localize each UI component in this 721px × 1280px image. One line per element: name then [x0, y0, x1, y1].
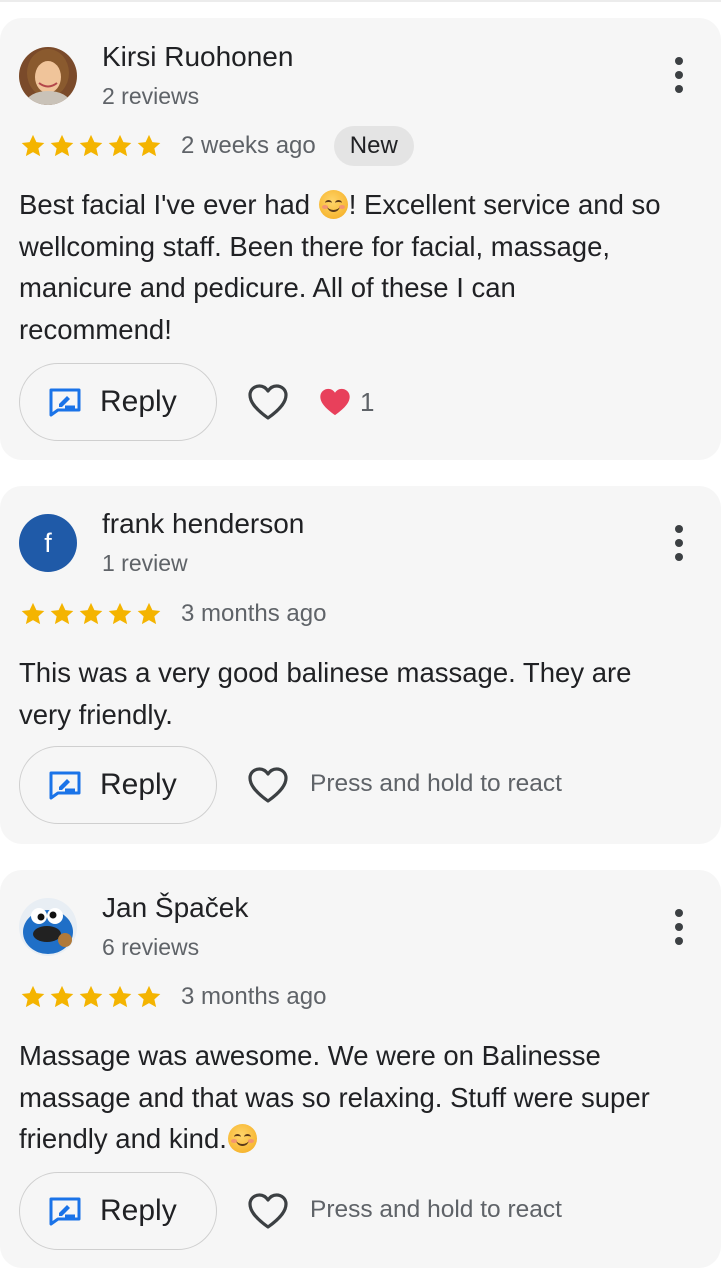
- star-rating: [19, 983, 163, 1011]
- avatar[interactable]: [19, 47, 77, 105]
- reply-icon: [49, 771, 81, 800]
- new-badge: New: [333, 126, 414, 166]
- more-options-button[interactable]: [664, 53, 694, 97]
- star-rating: [19, 600, 163, 628]
- review-time: 3 months ago: [181, 983, 327, 1010]
- reply-icon: [49, 1197, 81, 1226]
- reply-button[interactable]: Reply: [19, 363, 217, 441]
- review-time: 2 weeks ago: [181, 132, 316, 159]
- review-time: 3 months ago: [181, 600, 327, 627]
- heart-filled-icon: [320, 388, 350, 416]
- star-icon: [137, 602, 161, 625]
- review-text: This was a very good balinese massage. T…: [19, 657, 632, 730]
- reply-button[interactable]: Reply: [19, 746, 217, 824]
- review-count: 1 review: [102, 550, 188, 576]
- smiling-emoji-icon: [318, 190, 348, 219]
- more-vert-icon: [675, 525, 683, 533]
- rating-row: 2 weeks ago New: [19, 126, 414, 166]
- more-vert-icon: [675, 909, 683, 917]
- heart-outline-icon: [248, 1193, 288, 1229]
- react-hint: Press and hold to react: [310, 1196, 562, 1223]
- star-icon: [137, 134, 161, 157]
- avatar-initial: f: [44, 527, 52, 558]
- more-options-button[interactable]: [664, 905, 694, 949]
- rating-row: 3 months ago: [19, 597, 326, 631]
- reviewer-name[interactable]: Jan Špaček: [102, 892, 248, 924]
- star-icon: [79, 134, 103, 157]
- review-count: 2 reviews: [102, 83, 200, 109]
- star-icon: [21, 134, 45, 157]
- star-icon: [79, 985, 103, 1008]
- react-button[interactable]: [246, 1191, 290, 1231]
- smiling-emoji-icon: [227, 1124, 257, 1153]
- top-divider: [0, 0, 721, 2]
- reviewer-name[interactable]: frank henderson: [102, 508, 304, 540]
- reply-icon: [49, 388, 81, 417]
- rating-row: 3 months ago: [19, 980, 326, 1014]
- star-icon: [108, 985, 132, 1008]
- star-icon: [79, 602, 103, 625]
- reply-label: Reply: [100, 768, 177, 801]
- review-text: Best facial I've ever had ! Excellent se…: [19, 189, 661, 345]
- reviewer-name[interactable]: Kirsi Ruohonen: [102, 41, 293, 73]
- react-button[interactable]: [246, 382, 290, 422]
- star-icon: [108, 134, 132, 157]
- star-rating: [19, 132, 163, 160]
- star-icon: [50, 602, 74, 625]
- react-hint: Press and hold to react: [310, 770, 562, 797]
- reply-label: Reply: [100, 1194, 177, 1227]
- heart-outline-icon: [248, 384, 288, 420]
- more-options-button[interactable]: [664, 521, 694, 565]
- star-icon: [21, 985, 45, 1008]
- reaction-count: 1: [360, 386, 375, 417]
- star-icon: [137, 985, 161, 1008]
- reply-button[interactable]: Reply: [19, 1172, 217, 1250]
- avatar[interactable]: [19, 898, 77, 956]
- heart-outline-icon: [248, 767, 288, 803]
- react-button[interactable]: [246, 765, 290, 805]
- star-icon: [50, 985, 74, 1008]
- review-count: 6 reviews: [102, 934, 200, 960]
- more-vert-icon: [675, 57, 683, 65]
- star-icon: [21, 602, 45, 625]
- review-text: Massage was awesome. We were on Baliness…: [19, 1040, 650, 1154]
- avatar[interactable]: f: [19, 514, 77, 572]
- star-icon: [50, 134, 74, 157]
- reaction-summary[interactable]: 1: [318, 386, 374, 418]
- star-icon: [108, 602, 132, 625]
- reply-label: Reply: [100, 385, 177, 418]
